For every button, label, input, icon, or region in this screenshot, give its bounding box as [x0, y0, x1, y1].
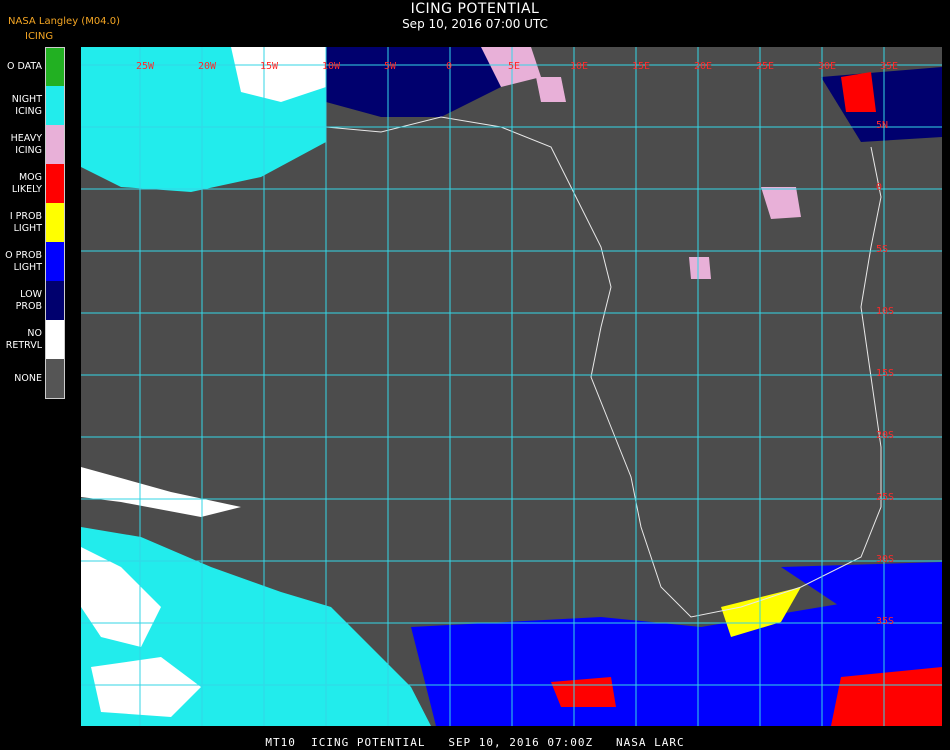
legend-item: NONE — [0, 359, 66, 398]
legend-item: O DATA — [0, 47, 66, 86]
legend-item-label: LOW PROB — [15, 288, 42, 312]
longitude-label: 15W — [260, 61, 279, 72]
legend-swatch — [46, 164, 65, 203]
longitude-label: 20W — [198, 61, 217, 72]
latitude-label: 30S — [876, 554, 894, 565]
legend-swatch — [46, 281, 65, 320]
longitude-label: 10E — [570, 61, 588, 72]
heavy-icing-region — [689, 257, 711, 279]
longitude-label: 0 — [446, 61, 452, 72]
legend-item: I PROB LIGHT — [0, 203, 66, 242]
legend-item: NIGHT ICING — [0, 86, 66, 125]
longitude-label: 30E — [818, 61, 836, 72]
legend-item: HEAVY ICING — [0, 125, 66, 164]
longitude-label: 35E — [880, 61, 898, 72]
latitude-label: 35S — [876, 616, 894, 627]
longitude-label: 20E — [694, 61, 712, 72]
legend-swatch — [46, 47, 65, 86]
mog-likely-region — [841, 72, 876, 112]
longitude-label: 10W — [322, 61, 341, 72]
latitude-label: 0 — [876, 182, 882, 193]
legend-item: MOG LIKELY — [0, 164, 66, 203]
legend-item-label: I PROB LIGHT — [9, 210, 42, 234]
map-title: ICING POTENTIAL — [410, 1, 540, 17]
legend: O DATA NIGHT ICING HEAVY ICING MOG LIKELY I … — [0, 47, 66, 398]
legend-item: LOW PROB — [0, 281, 66, 320]
legend-swatch — [46, 242, 65, 281]
longitude-label: 15E — [632, 61, 650, 72]
latitude-label: 15S — [876, 368, 894, 379]
footer-caption: MT10 ICING POTENTIAL SEP 10, 2016 07:00Z… — [265, 736, 685, 749]
legend-item-label: NO RETRVL — [5, 327, 42, 351]
latitude-label: 5N — [876, 120, 888, 131]
mog-likely-region — [551, 677, 616, 707]
longitude-label: 5W — [384, 61, 397, 72]
legend-swatch — [46, 320, 65, 359]
legend-item-label: HEAVY ICING — [10, 132, 42, 156]
latitude-label: 25S — [876, 492, 894, 503]
product-label: ICING — [25, 31, 54, 42]
map-datetime: Sep 10, 2016 07:00 UTC — [402, 17, 548, 31]
legend-item: O PROB LIGHT — [0, 242, 66, 281]
legend-item-label: O PROB LIGHT — [5, 249, 42, 273]
longitude-label: 25W — [136, 61, 155, 72]
latitude-label: 20S — [876, 430, 894, 441]
legend-swatch — [46, 125, 65, 164]
heavy-icing-region — [536, 77, 566, 102]
legend-swatch — [46, 203, 65, 242]
legend-item-label: NONE — [14, 372, 42, 384]
icing-map: 25W 20W 15W 10W 5W 0 5E 10E 15E 20E 25E 30E 35E 5N 0 5S… — [81, 47, 942, 726]
legend-swatch — [46, 86, 65, 125]
legend-item: NO RETRVL — [0, 320, 66, 359]
legend-item-label: NIGHT ICING — [11, 93, 42, 117]
latitude-label: 5S — [876, 244, 888, 255]
longitude-label: 5E — [508, 61, 520, 72]
longitude-label: 25E — [756, 61, 774, 72]
latitude-label: 10S — [876, 306, 894, 317]
legend-swatch — [46, 359, 65, 398]
legend-item-label: O DATA — [7, 60, 42, 72]
legend-item-label: MOG LIKELY — [11, 171, 42, 195]
